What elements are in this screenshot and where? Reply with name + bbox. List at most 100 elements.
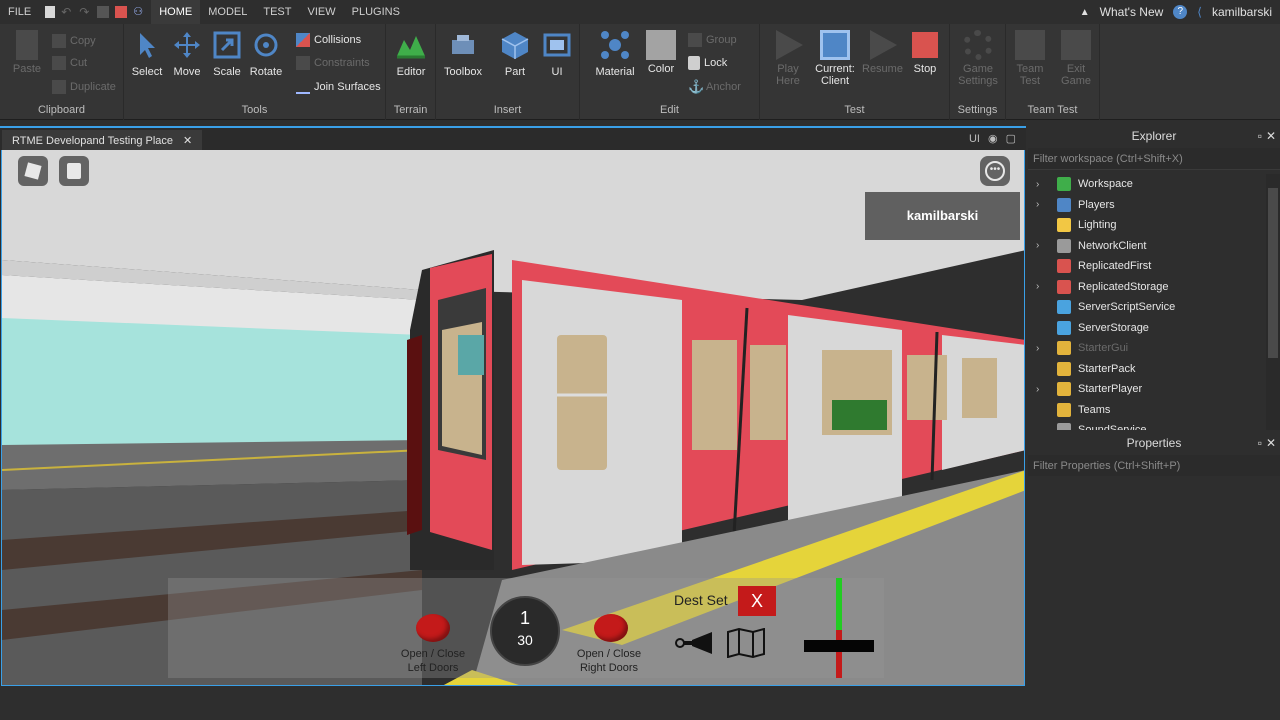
explorer-item[interactable]: › Players bbox=[1028, 195, 1266, 216]
dest-close-button[interactable]: X bbox=[738, 586, 776, 616]
explorer-item[interactable]: Lighting bbox=[1028, 215, 1266, 236]
explorer-scroll-thumb[interactable] bbox=[1268, 188, 1278, 358]
exit-game-label-2: Game bbox=[1061, 75, 1091, 87]
exit-game-button[interactable]: Exit Game bbox=[1058, 30, 1094, 87]
service-icon bbox=[1057, 320, 1071, 335]
whats-new-link[interactable]: What's New bbox=[1100, 5, 1164, 19]
team-icon[interactable]: ⚇ bbox=[133, 6, 145, 18]
expand-chevron-icon[interactable]: › bbox=[1036, 199, 1048, 210]
expand-chevron-icon[interactable]: › bbox=[1036, 343, 1048, 354]
explorer-close-icon[interactable]: ✕ bbox=[1266, 126, 1276, 146]
more-options-button[interactable]: ••• bbox=[980, 156, 1010, 186]
expand-chevron-icon[interactable]: › bbox=[1036, 179, 1048, 190]
join-surfaces-icon bbox=[296, 80, 310, 94]
fullscreen-icon[interactable]: ▢ bbox=[1006, 132, 1016, 145]
tab-home[interactable]: HOME bbox=[151, 0, 201, 24]
dial-top-value: 1 bbox=[519, 608, 530, 628]
explorer-item[interactable]: › Workspace bbox=[1028, 174, 1266, 195]
ui-button[interactable]: UI bbox=[540, 30, 574, 78]
expand-chevron-icon[interactable]: › bbox=[1036, 240, 1048, 251]
dial-bottom-value: 30 bbox=[517, 632, 533, 648]
current-client-button[interactable]: Current: Client bbox=[814, 30, 856, 87]
explorer-item[interactable]: Teams bbox=[1028, 400, 1266, 421]
team-test-button[interactable]: Team Test bbox=[1012, 30, 1048, 87]
explorer-item[interactable]: ServerStorage bbox=[1028, 318, 1266, 339]
right-doors-button[interactable] bbox=[594, 614, 628, 642]
select-tool[interactable]: Select bbox=[130, 30, 164, 78]
explorer-item-label: Players bbox=[1078, 198, 1115, 211]
publish-icon[interactable] bbox=[97, 6, 110, 18]
cut-button[interactable]: Cut bbox=[52, 56, 87, 70]
move-tool[interactable]: Move bbox=[170, 30, 204, 78]
game-settings-button[interactable]: Game Settings bbox=[958, 30, 998, 87]
explorer-item[interactable]: StarterPack bbox=[1028, 359, 1266, 380]
scale-tool[interactable]: Scale bbox=[210, 30, 244, 78]
collisions-toggle[interactable]: Collisions bbox=[296, 33, 361, 47]
scale-icon bbox=[213, 31, 241, 59]
collapse-ribbon-icon[interactable]: ▲ bbox=[1080, 7, 1090, 18]
rotate-tool[interactable]: Rotate bbox=[248, 30, 284, 78]
tab-view[interactable]: VIEW bbox=[299, 0, 343, 24]
constraints-toggle[interactable]: Constraints bbox=[296, 56, 370, 70]
group-button[interactable]: Group bbox=[688, 33, 737, 47]
material-button[interactable]: Material bbox=[594, 30, 636, 78]
explorer-item-label: StarterPlayer bbox=[1078, 383, 1143, 396]
explorer-item[interactable]: SoundService bbox=[1028, 420, 1266, 430]
play-here-button[interactable]: Play Here bbox=[768, 30, 808, 87]
explorer-item[interactable]: ServerScriptService bbox=[1028, 297, 1266, 318]
color-label: Color bbox=[647, 63, 675, 75]
anchor-label: Anchor bbox=[706, 81, 741, 93]
part-button[interactable]: Part bbox=[498, 30, 532, 78]
explorer-item[interactable]: › NetworkClient bbox=[1028, 236, 1266, 257]
duplicate-button[interactable]: Duplicate bbox=[52, 80, 116, 94]
stop-quick-icon[interactable] bbox=[115, 6, 128, 18]
resume-button[interactable]: Resume bbox=[862, 30, 903, 75]
share-icon[interactable]: ⟨ bbox=[1197, 5, 1202, 19]
help-icon[interactable]: ? bbox=[1173, 5, 1188, 19]
tab-place[interactable]: RTME Developand Testing Place ✕ bbox=[2, 130, 203, 152]
username-label[interactable]: kamilbarski bbox=[1212, 5, 1272, 19]
close-tab-icon[interactable]: ✕ bbox=[183, 131, 192, 151]
explorer-filter-input[interactable]: Filter workspace (Ctrl+Shift+X) bbox=[1028, 148, 1280, 170]
properties-filter-input[interactable]: Filter Properties (Ctrl+Shift+P) bbox=[1028, 455, 1280, 477]
rotate-label: Rotate bbox=[249, 66, 283, 78]
tab-plugins[interactable]: PLUGINS bbox=[344, 0, 408, 24]
tab-test[interactable]: TEST bbox=[255, 0, 299, 24]
join-surfaces-toggle[interactable]: Join Surfaces bbox=[296, 80, 381, 94]
throttle-lever[interactable] bbox=[804, 578, 874, 678]
explorer-item[interactable]: › StarterGui bbox=[1028, 338, 1266, 359]
eye-icon[interactable]: ◉ bbox=[988, 132, 998, 145]
new-file-icon[interactable] bbox=[45, 6, 56, 18]
toolbox-button[interactable]: Toolbox bbox=[442, 30, 484, 78]
lock-button[interactable]: Lock bbox=[688, 56, 727, 70]
chat-button[interactable] bbox=[59, 156, 89, 186]
properties-dock-icon[interactable]: ▫ bbox=[1258, 433, 1262, 453]
left-doors-button[interactable] bbox=[416, 614, 450, 642]
redo-icon[interactable]: ↷ bbox=[79, 6, 91, 18]
game-viewport[interactable]: ••• kamilbarski Open / Close Left Doors … bbox=[1, 150, 1025, 686]
horn-icon[interactable] bbox=[674, 630, 714, 656]
expand-chevron-icon[interactable]: › bbox=[1036, 281, 1048, 292]
explorer-item[interactable]: › StarterPlayer bbox=[1028, 379, 1266, 400]
explorer-item[interactable]: ReplicatedFirst bbox=[1028, 256, 1266, 277]
paste-button[interactable]: Paste bbox=[10, 30, 44, 75]
terrain-editor-button[interactable]: Editor bbox=[394, 30, 428, 78]
undo-icon[interactable]: ↶ bbox=[61, 6, 73, 18]
ui-toggle[interactable]: UI bbox=[969, 133, 980, 145]
properties-header: Properties ▫ ✕ bbox=[1028, 433, 1280, 453]
tab-model[interactable]: MODEL bbox=[200, 0, 255, 24]
anchor-button[interactable]: ⚓ Anchor bbox=[688, 80, 741, 94]
file-menu[interactable]: FILE bbox=[0, 0, 39, 24]
roblox-menu-button[interactable] bbox=[18, 156, 48, 186]
explorer-dock-icon[interactable]: ▫ bbox=[1258, 126, 1262, 146]
stop-button[interactable]: Stop bbox=[908, 30, 942, 75]
properties-close-icon[interactable]: ✕ bbox=[1266, 433, 1276, 453]
exit-game-label-1: Exit bbox=[1066, 63, 1086, 75]
color-button[interactable]: Color bbox=[644, 30, 678, 75]
expand-chevron-icon[interactable]: › bbox=[1036, 384, 1048, 395]
cut-label: Cut bbox=[70, 57, 88, 69]
explorer-item[interactable]: › ReplicatedStorage bbox=[1028, 277, 1266, 298]
copy-button[interactable]: Copy bbox=[52, 34, 96, 48]
map-icon[interactable] bbox=[726, 628, 766, 658]
explorer-scrollbar[interactable] bbox=[1266, 174, 1280, 430]
